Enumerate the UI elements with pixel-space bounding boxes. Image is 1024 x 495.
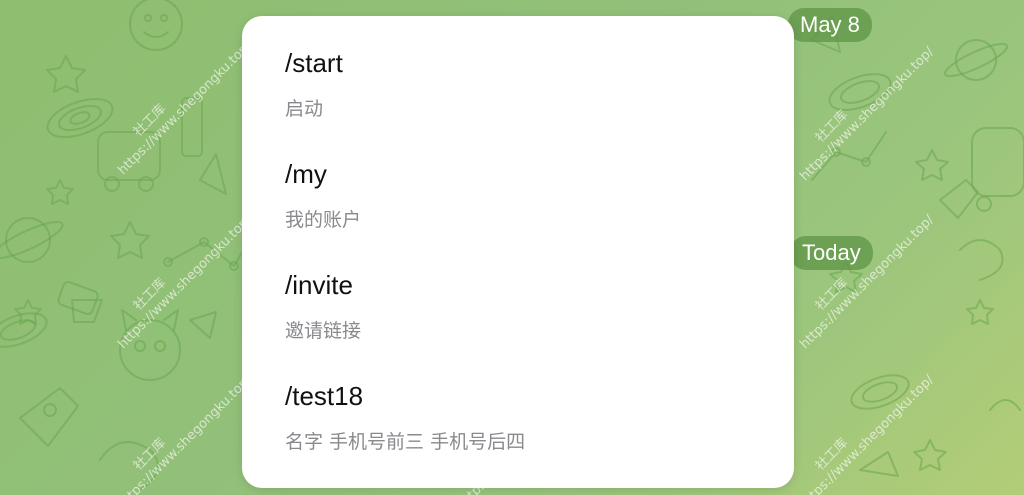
command-name: /my: [285, 159, 327, 189]
date-header-may8: May 8: [788, 8, 872, 42]
command-name: /invite: [285, 270, 353, 300]
command-item-my[interactable]: /my 我的账户: [242, 127, 794, 235]
command-description: 我的账户: [285, 209, 362, 231]
command-name: /test18: [285, 381, 364, 411]
bot-commands-menu: /start 启动 /my 我的账户 /invite 邀请链接 /test18 …: [242, 16, 794, 488]
date-header-today: Today: [790, 236, 873, 270]
command-description: 名字 手机号前三 手机号后四: [285, 431, 526, 453]
command-item-test18[interactable]: /test18 名字 手机号前三 手机号后四: [242, 349, 794, 457]
chat-background: 社工库 https://www.shegongku.top/ 社工库 https:/…: [0, 0, 1024, 495]
command-item-invite[interactable]: /invite 邀请链接: [242, 238, 794, 346]
command-name: /start: [285, 48, 343, 78]
command-description: 启动: [285, 98, 324, 120]
command-description: 邀请链接: [285, 320, 362, 342]
command-item-start[interactable]: /start 启动: [242, 16, 794, 124]
